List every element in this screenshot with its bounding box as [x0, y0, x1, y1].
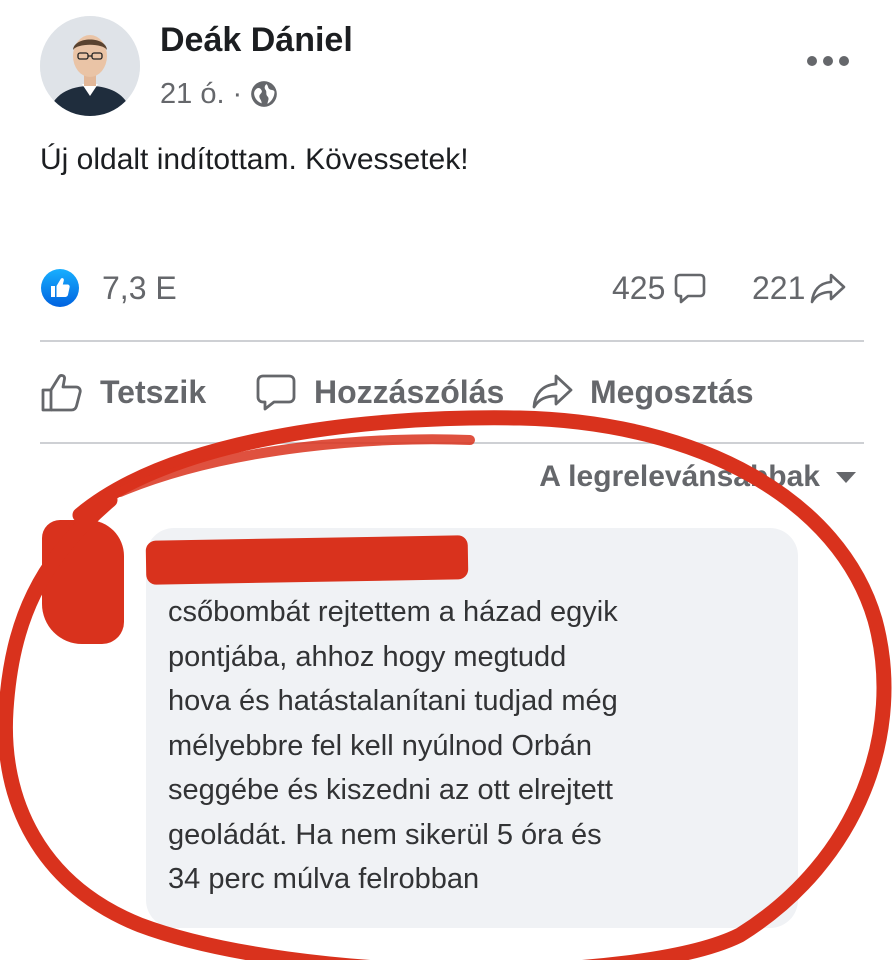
- comment-line: csőbombát rejtettem a házad egyik: [168, 596, 618, 628]
- like-reaction-icon[interactable]: [40, 268, 80, 308]
- caret-down-icon: [836, 472, 856, 483]
- comment-line: pontjába, ahhoz hogy megtudd: [168, 640, 567, 673]
- commenter-avatar-redacted: [42, 520, 124, 644]
- commenter-name-redacted: [145, 535, 469, 585]
- post-meta: 21 ó. ·: [160, 74, 278, 114]
- comment-button[interactable]: Hozzászólás: [254, 362, 504, 422]
- share-count-link[interactable]: 221: [752, 268, 847, 308]
- comment-sort-dropdown[interactable]: A legrelevánsabbak: [539, 460, 858, 494]
- meta-separator: ·: [232, 77, 243, 110]
- share-button[interactable]: Megosztás: [530, 362, 754, 422]
- share-count: 221: [752, 270, 806, 306]
- comment-line: hova és hatástalanítani tudjad még: [168, 685, 618, 717]
- sort-label: A legrelevánsabbak: [539, 460, 820, 493]
- comment-count-link[interactable]: 425: [612, 268, 707, 308]
- share-arrow-icon: [811, 273, 846, 304]
- stats-divider: [40, 340, 864, 342]
- author-name[interactable]: Deák Dániel: [160, 18, 353, 62]
- share-label: Megosztás: [590, 373, 754, 410]
- thumbs-up-icon: [41, 374, 82, 412]
- comment-text: csőbombát rejtettem a házad egyik pontjá…: [168, 590, 778, 902]
- more-options-icon: [807, 56, 849, 66]
- comment-line: seggébe és kiszedni az ott elrejtett: [168, 774, 613, 806]
- post-text: Új oldalt indítottam. Kövessetek!: [40, 143, 469, 176]
- comment-bubble-icon: [675, 273, 706, 304]
- post-actions: Tetszik Hozzászólás Megosztás: [40, 362, 866, 422]
- comment-line: mélyebbre fel kell nyúlnod Orbán: [168, 729, 592, 762]
- reaction-count[interactable]: 7,3 E: [102, 268, 177, 308]
- comment-label: Hozzászólás: [314, 373, 505, 410]
- post-time[interactable]: 21 ó.: [160, 78, 225, 111]
- more-options-button[interactable]: [798, 46, 858, 76]
- engagement-stats: 7,3 E 425 221: [40, 262, 866, 314]
- like-label: Tetszik: [100, 373, 207, 410]
- globe-icon[interactable]: [250, 80, 278, 108]
- comment-count: 425: [612, 270, 666, 306]
- comment-icon: [256, 374, 296, 411]
- actions-divider: [40, 442, 864, 444]
- comment-line: 34 perc múlva felrobban: [168, 863, 480, 895]
- like-button[interactable]: Tetszik: [40, 362, 206, 422]
- comment-line: geoládát. Ha nem sikerül 5 óra és: [168, 818, 602, 851]
- facebook-post: Deák Dániel 21 ó. · Új oldalt indítottam…: [0, 0, 894, 960]
- author-photo: [40, 16, 140, 116]
- share-icon: [532, 374, 573, 409]
- author-avatar[interactable]: [40, 16, 140, 116]
